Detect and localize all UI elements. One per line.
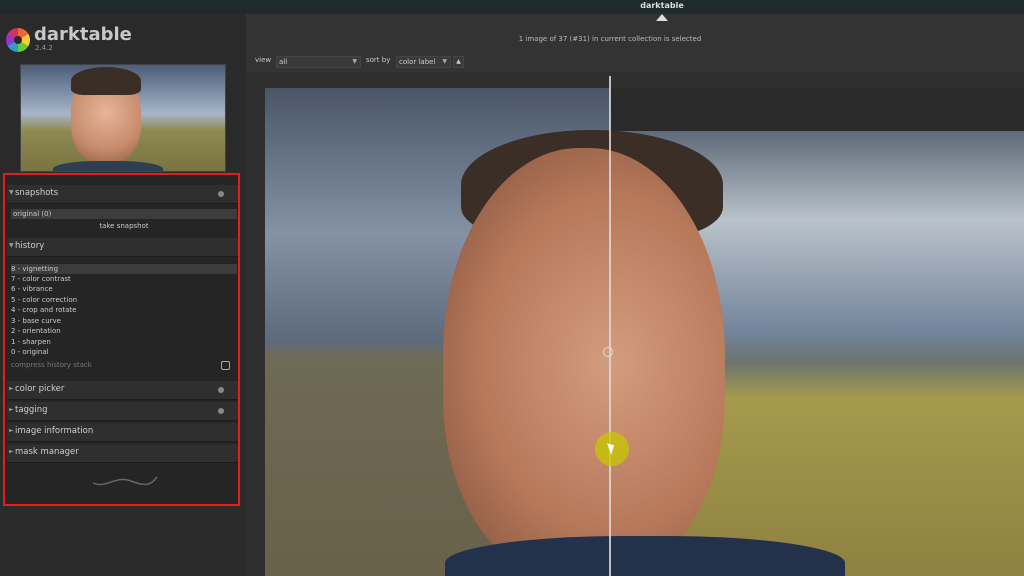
view-filter-dropdown[interactable]: all ▼ <box>276 56 361 68</box>
panel-end-squiggle-icon <box>92 476 158 486</box>
sort-label: sort by <box>366 56 391 64</box>
expand-arrow-icon: ► <box>9 427 14 434</box>
preset-icon[interactable] <box>218 191 224 197</box>
history-item[interactable]: 4 - crop and rotate <box>11 305 237 315</box>
history-item[interactable]: 7 - color contrast <box>11 274 237 284</box>
divider-rotate-handle-icon[interactable] <box>603 347 613 357</box>
take-snapshot-button[interactable]: take snapshot <box>11 221 237 231</box>
app-name: darktable <box>34 24 132 45</box>
history-header[interactable]: ▼ history <box>7 238 238 257</box>
image-compare-view[interactable] <box>265 88 1024 576</box>
expand-arrow-icon: ► <box>9 448 14 455</box>
view-caret-icon <box>656 14 668 21</box>
top-view-bar: darktable <box>0 0 1024 21</box>
selection-status: 1 image of 37 (#31) in current collectio… <box>518 35 702 43</box>
snapshot-divider[interactable] <box>609 76 611 576</box>
navigation-thumbnail[interactable] <box>20 64 226 172</box>
view-filter-value: all <box>279 58 288 66</box>
preset-icon[interactable] <box>218 408 224 414</box>
chevron-down-icon: ▼ <box>442 58 447 65</box>
history-item[interactable]: 0 - original <box>11 347 237 357</box>
expand-arrow-icon: ► <box>9 385 14 392</box>
snapshots-header[interactable]: ▼ snapshots <box>7 185 238 204</box>
collapse-arrow-icon: ▼ <box>9 242 14 249</box>
color-picker-header[interactable]: ► color picker <box>7 381 238 400</box>
preset-icon[interactable] <box>218 387 224 393</box>
sort-value: color label <box>399 58 436 66</box>
expand-arrow-icon: ► <box>9 406 14 413</box>
darktable-logo-icon <box>6 28 30 52</box>
chevron-down-icon: ▼ <box>352 58 357 65</box>
subject-face <box>443 148 725 576</box>
right-modules-panel: ▼ snapshots original (0) take snapshot ▼… <box>3 173 240 506</box>
snapshot-original[interactable]: original (0) <box>11 209 237 219</box>
view-switch-darktable[interactable]: darktable <box>620 1 704 10</box>
app-version: 2.4.2 <box>35 44 53 52</box>
compress-history-button[interactable]: compress history stack <box>11 361 92 369</box>
history-item[interactable]: 3 - base curve <box>11 316 237 326</box>
mask-manager-header[interactable]: ► mask manager <box>7 444 238 463</box>
history-item[interactable]: 5 - color correction <box>11 295 237 305</box>
history-item[interactable]: 8 - vignetting <box>11 264 237 274</box>
sort-dropdown[interactable]: color label ▼ <box>396 56 451 68</box>
history-item[interactable]: 6 - vibrance <box>11 284 237 294</box>
create-style-icon[interactable] <box>221 361 230 370</box>
sort-order-button[interactable]: ▲ <box>453 56 464 68</box>
tagging-header[interactable]: ► tagging <box>7 402 238 421</box>
image-information-header[interactable]: ► image information <box>7 423 238 442</box>
collapse-arrow-icon: ▼ <box>9 189 14 196</box>
view-filter-label: view <box>255 56 272 64</box>
history-item[interactable]: 1 - sharpen <box>11 337 237 347</box>
history-item[interactable]: 2 - orientation <box>11 326 237 336</box>
